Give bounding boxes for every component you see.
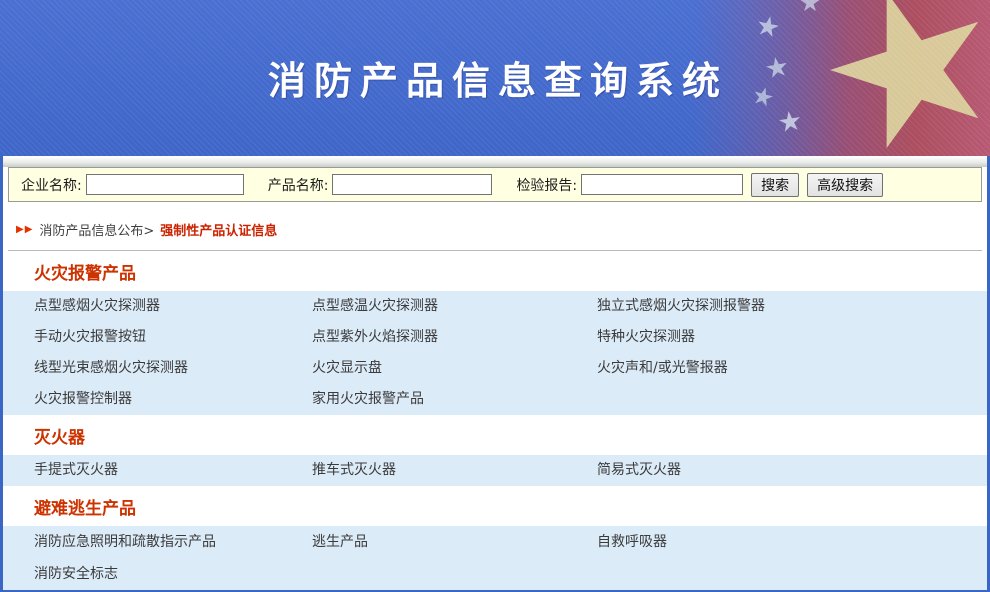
advanced-search-button[interactable]: 高级搜索 xyxy=(807,172,884,197)
section-extinguishers: 灭火器 手提式灭火器 推车式灭火器 简易式灭火器 xyxy=(3,415,987,486)
section-title: 火灾报警产品 xyxy=(3,251,987,291)
product-link[interactable]: 点型感烟火灾探测器 xyxy=(34,291,312,322)
breadcrumb: ▶▶ 消防产品信息公布> 强制性产品认证信息 xyxy=(8,208,982,251)
product-link[interactable]: 火灾声和/或光警报器 xyxy=(597,353,987,384)
product-link[interactable]: 消防安全标志 xyxy=(34,558,312,590)
breadcrumb-arrows-icon: ▶▶ xyxy=(16,223,34,235)
page-title: 消防产品信息查询系统 xyxy=(268,59,729,103)
product-link[interactable]: 家用火灾报警产品 xyxy=(312,384,597,415)
product-link[interactable]: 线型光束感烟火灾探测器 xyxy=(34,353,312,384)
inspection-report-label: 检验报告: xyxy=(516,177,578,194)
product-name-group: 产品名称: xyxy=(268,174,493,195)
section-title: 避难逃生产品 xyxy=(3,486,987,526)
product-link[interactable]: 手动火灾报警按钮 xyxy=(34,322,312,353)
breadcrumb-current: 强制性产品认证信息 xyxy=(160,223,278,239)
company-name-label: 企业名称: xyxy=(21,177,82,194)
inspection-report-input[interactable] xyxy=(581,174,744,195)
section-fire-alarm: 火灾报警产品 点型感烟火灾探测器 点型感温火灾探测器 独立式感烟火灾探测报警器手动火… xyxy=(3,251,987,415)
product-link[interactable]: 自救呼吸器 xyxy=(597,526,987,558)
product-name-label: 产品名称: xyxy=(267,177,329,194)
company-name-input[interactable] xyxy=(85,174,244,195)
category-sections: 火灾报警产品 点型感烟火灾探测器 点型感温火灾探测器 独立式感烟火灾探测报警器手动火… xyxy=(3,251,987,590)
product-link[interactable]: 简易式灭火器 xyxy=(597,455,987,486)
product-link[interactable]: 推车式灭火器 xyxy=(312,455,597,486)
product-link[interactable]: 点型感温火灾探测器 xyxy=(312,291,597,322)
product-name-input[interactable] xyxy=(332,174,493,195)
product-link[interactable]: 特种火灾探测器 xyxy=(597,322,987,353)
section-title: 灭火器 xyxy=(3,415,987,455)
product-link[interactable]: 独立式感烟火灾探测报警器 xyxy=(597,291,987,322)
breadcrumb-root-link[interactable]: 消防产品信息公布> xyxy=(39,220,154,239)
product-link[interactable]: 点型紫外火焰探测器 xyxy=(312,322,597,353)
product-link[interactable]: 消防应急照明和疏散指示产品 xyxy=(34,526,312,558)
product-link[interactable]: 逃生产品 xyxy=(312,526,597,558)
section-item-grid: 手提式灭火器 推车式灭火器 简易式灭火器 xyxy=(3,455,987,486)
main-content: 企业名称: 产品名称: 检验报告: 搜索 高级搜索 ▶▶ 消防产品信息公布> 强… xyxy=(0,156,990,590)
search-button[interactable]: 搜索 xyxy=(751,172,800,197)
search-bar: 企业名称: 产品名称: 检验报告: 搜索 高级搜索 xyxy=(8,167,982,202)
section-item-grid: 消防应急照明和疏散指示产品 逃生产品 自救呼吸器消防安全标志 xyxy=(3,526,987,590)
banner: 消防产品信息查询系统 xyxy=(0,0,990,156)
product-link[interactable]: 手提式灭火器 xyxy=(34,455,312,486)
section-item-grid: 点型感烟火灾探测器 点型感温火灾探测器 独立式感烟火灾探测报警器手动火灾报警按钮 点型… xyxy=(3,291,987,415)
banner-separator xyxy=(3,156,987,167)
section-escape-products: 避难逃生产品 消防应急照明和疏散指示产品 逃生产品 自救呼吸器消防安全标志 xyxy=(3,486,987,590)
product-link[interactable]: 火灾显示盘 xyxy=(312,353,597,384)
company-name-group: 企业名称: xyxy=(21,174,244,195)
product-link[interactable]: 火灾报警控制器 xyxy=(34,384,312,415)
inspection-report-group: 检验报告: xyxy=(516,174,744,195)
page: 消防产品信息查询系统 企业名称: 产品名称: 检验报告: 搜索 高级搜索 ▶▶ … xyxy=(0,0,990,592)
